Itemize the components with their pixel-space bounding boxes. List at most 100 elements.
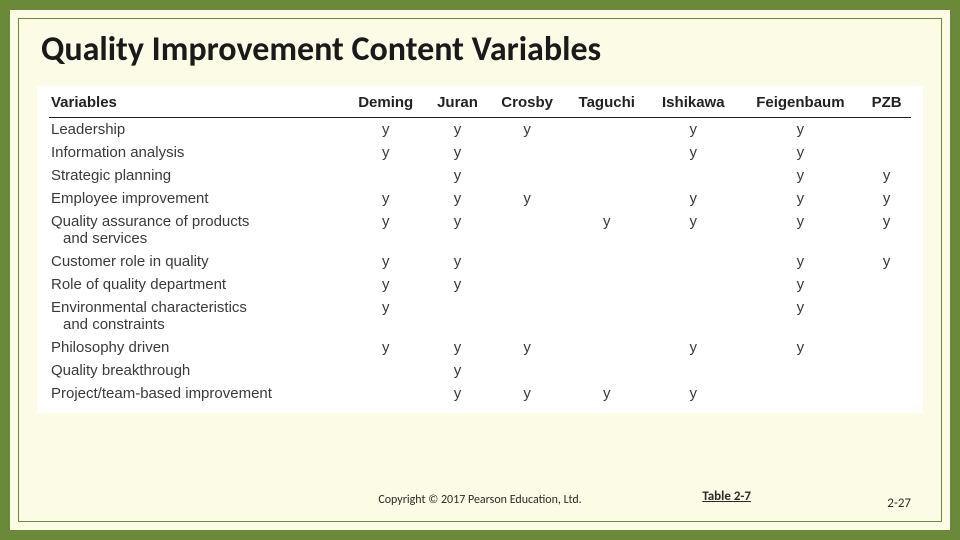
cell [565, 250, 648, 273]
cell [489, 273, 566, 296]
cell: y [489, 118, 566, 142]
cell [345, 382, 426, 405]
cell: y [565, 382, 648, 405]
col-header-ishikawa: Ishikawa [648, 92, 739, 118]
table-row: Leadershipyyyyy [49, 118, 911, 142]
cell: y [739, 118, 863, 142]
table-row: Project/team-based improvementyyyy [49, 382, 911, 405]
cell: y [648, 187, 739, 210]
cell: y [565, 210, 648, 250]
cell [862, 118, 911, 142]
table-row: Information analysisyyyy [49, 141, 911, 164]
cell [739, 382, 863, 405]
table-container: VariablesDemingJuranCrosbyTaguchiIshikaw… [37, 86, 923, 413]
row-label: Strategic planning [49, 164, 345, 187]
slide-title: Quality Improvement Content Variables [19, 19, 941, 86]
row-label: Information analysis [49, 141, 345, 164]
cell: y [426, 141, 489, 164]
cell: y [426, 273, 489, 296]
row-label: Project/team-based improvement [49, 382, 345, 405]
cell: y [489, 187, 566, 210]
table-row: Strategic planningyyy [49, 164, 911, 187]
col-header-deming: Deming [345, 92, 426, 118]
cell: y [345, 336, 426, 359]
cell [489, 359, 566, 382]
cell: y [489, 382, 566, 405]
variables-table: VariablesDemingJuranCrosbyTaguchiIshikaw… [49, 92, 911, 405]
cell: y [426, 359, 489, 382]
cell: y [345, 187, 426, 210]
cell: y [862, 187, 911, 210]
cell: y [862, 164, 911, 187]
cell [489, 141, 566, 164]
col-header-juran: Juran [426, 92, 489, 118]
table-header: VariablesDemingJuranCrosbyTaguchiIshikaw… [49, 92, 911, 118]
cell: y [345, 250, 426, 273]
cell: y [739, 273, 863, 296]
table-label: Table 2-7 [702, 489, 751, 504]
cell: y [739, 210, 863, 250]
cell [426, 296, 489, 336]
cell: y [648, 141, 739, 164]
cell: y [426, 382, 489, 405]
cell [565, 164, 648, 187]
row-label: Quality assurance of productsand service… [49, 210, 345, 250]
col-header-pzb: PZB [862, 92, 911, 118]
cell: y [739, 164, 863, 187]
cell: y [489, 336, 566, 359]
cell: y [648, 382, 739, 405]
cell: y [345, 118, 426, 142]
cell [345, 359, 426, 382]
cell [739, 359, 863, 382]
row-label: Quality breakthrough [49, 359, 345, 382]
cell [345, 164, 426, 187]
cell: y [862, 250, 911, 273]
cell [565, 359, 648, 382]
row-label: Environmental characteristicsand constra… [49, 296, 345, 336]
copyright-text: Copyright © 2017 Pearson Education, Ltd. [378, 493, 581, 507]
col-header-taguchi: Taguchi [565, 92, 648, 118]
cell: y [426, 210, 489, 250]
row-label: Role of quality department [49, 273, 345, 296]
cell [489, 250, 566, 273]
cell [489, 164, 566, 187]
table-row: Philosophy drivenyyyyy [49, 336, 911, 359]
cell: y [426, 187, 489, 210]
col-header-crosby: Crosby [489, 92, 566, 118]
row-label: Philosophy driven [49, 336, 345, 359]
cell: y [739, 296, 863, 336]
cell [565, 141, 648, 164]
cell [648, 359, 739, 382]
slide-outer-frame: Quality Improvement Content Variables Va… [10, 10, 950, 530]
table-row: Role of quality departmentyyy [49, 273, 911, 296]
table-body: LeadershipyyyyyInformation analysisyyyyS… [49, 118, 911, 406]
cell: y [648, 210, 739, 250]
cell: y [345, 273, 426, 296]
cell [648, 273, 739, 296]
cell [862, 336, 911, 359]
table-row: Customer role in qualityyyyy [49, 250, 911, 273]
col-header-variables: Variables [49, 92, 345, 118]
row-label: Employee improvement [49, 187, 345, 210]
row-label: Customer role in quality [49, 250, 345, 273]
cell [862, 141, 911, 164]
table-row: Employee improvementyyyyyy [49, 187, 911, 210]
cell [565, 118, 648, 142]
page-number: 2-27 [887, 496, 911, 511]
cell [648, 250, 739, 273]
cell [862, 382, 911, 405]
cell [648, 164, 739, 187]
cell: y [739, 250, 863, 273]
cell: y [862, 210, 911, 250]
cell [565, 296, 648, 336]
cell [565, 187, 648, 210]
table-row: Environmental characteristicsand constra… [49, 296, 911, 336]
cell [565, 336, 648, 359]
cell: y [648, 118, 739, 142]
cell: y [739, 187, 863, 210]
cell: y [345, 296, 426, 336]
cell [648, 296, 739, 336]
cell [489, 296, 566, 336]
cell: y [739, 141, 863, 164]
cell [489, 210, 566, 250]
